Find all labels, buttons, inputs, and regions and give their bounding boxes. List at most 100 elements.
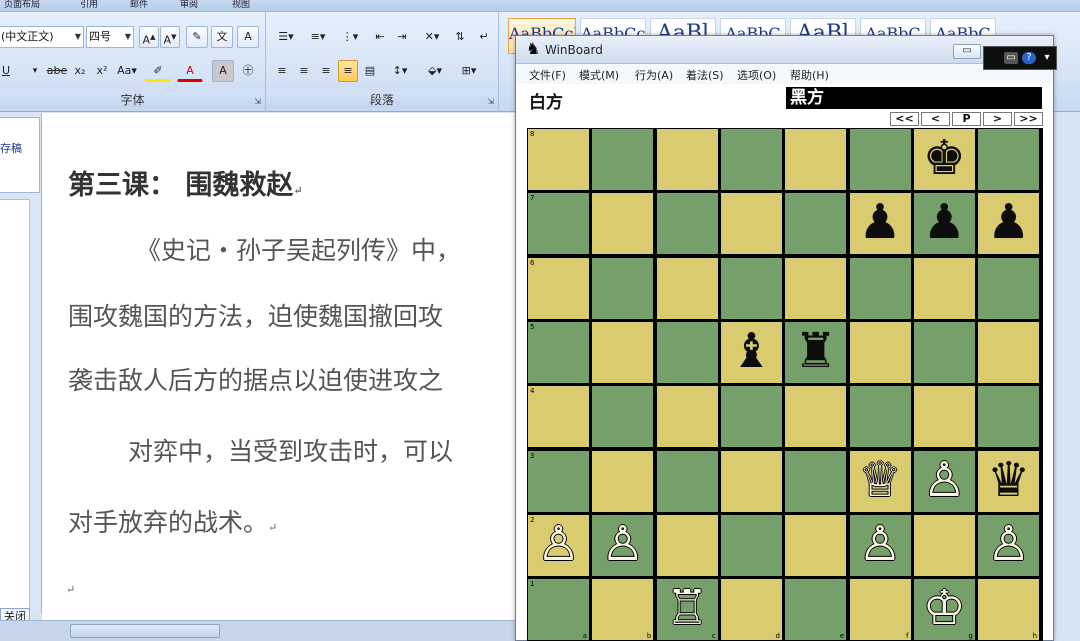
font-size-select[interactable]: 四号 ▼ <box>86 26 134 48</box>
square-c8[interactable] <box>656 129 718 190</box>
numbering-icon[interactable]: ≡▾ <box>304 26 332 48</box>
square-d8[interactable] <box>720 129 782 190</box>
menu-mode[interactable]: 模式(M) <box>579 67 619 83</box>
black-rook[interactable]: ♜ <box>785 322 846 383</box>
black-pawn[interactable]: ♟ <box>914 193 975 254</box>
black-king[interactable]: ♚ <box>914 129 975 190</box>
borders-icon[interactable]: ⊞▾ <box>454 60 484 82</box>
square-b3[interactable] <box>592 450 654 512</box>
square-a3[interactable]: 3 <box>528 450 589 512</box>
square-d4[interactable] <box>720 386 782 448</box>
asian-layout-icon[interactable]: ✕▾ <box>418 26 446 48</box>
square-h7[interactable]: ♟ <box>978 193 1040 255</box>
square-f7[interactable]: ♟ <box>849 193 911 255</box>
white-pawn[interactable]: ♙ <box>850 515 911 576</box>
square-b6[interactable] <box>592 257 654 319</box>
horizontal-scrollbar[interactable] <box>0 620 520 641</box>
square-g8[interactable]: ♚ <box>913 129 975 190</box>
square-g4[interactable] <box>913 386 975 448</box>
superscript-icon[interactable]: x² <box>92 60 112 82</box>
help-icon[interactable]: ? <box>1022 52 1036 64</box>
decrease-indent-icon[interactable]: ⇤ <box>370 26 390 48</box>
tab-mailings[interactable]: 邮件 <box>130 0 148 10</box>
align-right-icon[interactable]: ≡ <box>316 60 336 82</box>
tab-page-layout[interactable]: 页面布局 <box>4 0 40 10</box>
square-f1[interactable]: f <box>849 579 911 641</box>
square-g5[interactable] <box>913 321 975 383</box>
square-a7[interactable]: 7 <box>528 193 589 255</box>
square-g1[interactable]: g ♔ <box>913 579 975 641</box>
square-h3[interactable]: ♛ <box>978 450 1040 512</box>
chevron-down-icon[interactable]: ▼ <box>75 27 81 47</box>
nav-back-button[interactable]: < <box>921 112 950 126</box>
square-b2[interactable]: ♙ <box>592 514 654 576</box>
square-f2[interactable]: ♙ <box>849 514 911 576</box>
white-pawn[interactable]: ♙ <box>914 451 975 512</box>
line-spacing-icon[interactable]: ↕▾ <box>386 60 414 82</box>
char-border-icon[interactable]: A <box>237 26 259 48</box>
white-queen[interactable]: ♕ <box>850 451 911 512</box>
square-a6[interactable]: 6 <box>528 257 589 319</box>
square-c6[interactable] <box>656 257 718 319</box>
font-name-select[interactable]: (中文正文) ▼ <box>0 26 84 48</box>
chess-board[interactable]: 8 ♚ 7 ♟ ♟ ♟ 6 5 ♝ ♜ 4 3 ♕ ♙ ♛ 2 ♙ ♙ ♙ ♙ 1 a b c ♖ d e f g ♔ h <box>527 128 1043 641</box>
square-f6[interactable] <box>849 257 911 319</box>
black-pawn[interactable]: ♟ <box>978 193 1039 254</box>
white-king[interactable]: ♔ <box>914 579 975 640</box>
grow-font-icon[interactable]: A▲ <box>139 26 159 48</box>
square-c2[interactable] <box>656 514 718 576</box>
square-e2[interactable] <box>785 514 847 576</box>
square-h6[interactable] <box>978 257 1040 319</box>
black-bishop[interactable]: ♝ <box>721 322 782 383</box>
square-d5[interactable]: ♝ <box>720 321 782 383</box>
underline-icon[interactable]: U <box>0 60 14 82</box>
scrollbar-thumb[interactable] <box>70 624 220 638</box>
square-g3[interactable]: ♙ <box>913 450 975 512</box>
nav-pause-button[interactable]: P <box>952 112 981 126</box>
square-a8[interactable]: 8 <box>528 129 589 190</box>
shrink-font-icon[interactable]: A▼ <box>160 26 180 48</box>
menu-help[interactable]: 帮助(H) <box>790 67 829 83</box>
square-g6[interactable] <box>913 257 975 319</box>
menu-step[interactable]: 着法(S) <box>686 67 724 83</box>
save-tab[interactable]: 存稿 <box>0 117 40 193</box>
square-e8[interactable] <box>785 129 847 190</box>
square-d1[interactable]: d <box>720 579 782 641</box>
chevron-down-icon[interactable]: ▾ <box>1040 52 1054 64</box>
shading-icon[interactable]: ⬙▾ <box>420 60 450 82</box>
increase-indent-icon[interactable]: ⇥ <box>392 26 412 48</box>
square-h5[interactable] <box>978 321 1040 383</box>
square-f8[interactable] <box>849 129 911 190</box>
square-a2[interactable]: 2 ♙ <box>528 514 589 576</box>
align-center-icon[interactable]: ≡ <box>294 60 314 82</box>
tab-review[interactable]: 审阅 <box>180 0 198 10</box>
black-queen[interactable]: ♛ <box>978 451 1039 512</box>
square-e4[interactable] <box>785 386 847 448</box>
nav-first-button[interactable]: << <box>890 112 919 126</box>
change-case-icon[interactable]: Aa▾ <box>113 60 141 82</box>
clear-format-icon[interactable]: ✎ <box>186 26 208 48</box>
square-h4[interactable] <box>978 386 1040 448</box>
minimize-button[interactable]: ▭ <box>953 44 981 59</box>
square-b4[interactable] <box>592 386 654 448</box>
square-e5[interactable]: ♜ <box>785 321 847 383</box>
square-b5[interactable] <box>592 321 654 383</box>
square-e6[interactable] <box>785 257 847 319</box>
subscript-icon[interactable]: x₂ <box>70 60 90 82</box>
chevron-down-icon[interactable]: ▼ <box>125 27 131 47</box>
show-marks-icon[interactable]: ↵ <box>474 26 494 48</box>
square-c5[interactable] <box>656 321 718 383</box>
square-h1[interactable]: h <box>978 579 1040 641</box>
square-f3[interactable]: ♕ <box>849 450 911 512</box>
menu-options[interactable]: 选项(O) <box>737 67 776 83</box>
enclose-char-icon[interactable]: ㊉ <box>237 60 259 82</box>
document-page[interactable]: 第三课： 围魏救赵↵ 《史记・孙子吴起列传》中， 围攻魏国的方法，迫使魏国撤回攻… <box>42 113 522 621</box>
dialog-launcher-icon[interactable]: ⇲ <box>254 97 261 106</box>
square-e1[interactable]: e <box>785 579 847 641</box>
square-g2[interactable] <box>913 514 975 576</box>
bullets-icon[interactable]: ☰▾ <box>272 26 300 48</box>
dialog-launcher-icon[interactable]: ⇲ <box>487 97 494 106</box>
tab-references[interactable]: 引用 <box>80 0 98 10</box>
square-a4[interactable]: 4 <box>528 386 589 448</box>
square-c3[interactable] <box>656 450 718 512</box>
